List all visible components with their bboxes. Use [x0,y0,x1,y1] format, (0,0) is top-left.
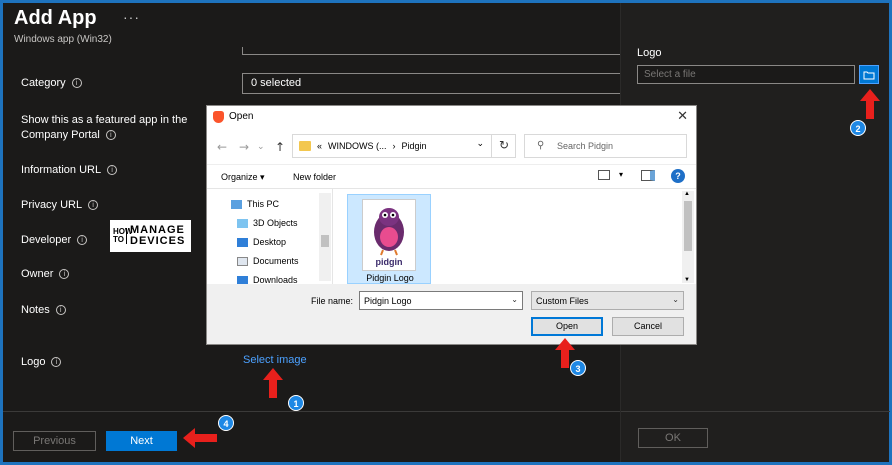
file-list: pidgin Pidgin Logo ▲ ▼ [334,189,696,285]
file-list-scroll-thumb[interactable] [684,201,692,251]
breadcrumb-pidgin[interactable]: Pidgin [402,141,427,157]
info-icon[interactable]: i [51,357,62,368]
recent-chevron-icon[interactable]: ⌄ [257,142,265,152]
file-type-select[interactable]: Custom Files ⌄ [531,291,684,310]
new-folder-button[interactable]: New folder [293,172,336,182]
organize-menu[interactable]: Organize ▾ [221,172,265,183]
help-icon[interactable]: ? [671,169,685,183]
page-title: Add App [14,7,97,29]
cancel-button[interactable]: Cancel [612,317,684,336]
tree-scrollbar[interactable] [319,193,331,281]
notes-label: Notes i [21,304,66,316]
preview-pane-icon[interactable] [641,170,655,181]
info-icon[interactable]: i [77,235,88,246]
tree-item-documents[interactable]: Documents [237,256,299,266]
ok-button[interactable]: OK [638,428,708,448]
folder-icon [299,141,311,151]
info-icon[interactable]: i [107,165,118,176]
dialog-toolbar: Organize ▾ New folder ▾ ? [207,164,696,188]
address-dropdown-icon[interactable]: ⌄ [477,138,485,157]
developer-label: Developer i [21,234,88,246]
desktop-icon [237,237,248,247]
info-icon[interactable]: i [88,200,99,211]
wizard-footer: Previous Next [3,411,620,462]
cube-icon [237,218,248,228]
breadcrumb-windows[interactable]: WINDOWS (... [328,141,387,157]
back-arrow-icon[interactable]: ← [217,140,227,154]
category-label: Category i [21,77,82,89]
navigation-pane: This PC 3D Objects Desktop Documents Dow… [207,189,333,285]
tree-scroll-thumb[interactable] [321,235,329,247]
document-icon [237,256,248,266]
pidgin-thumbnail: pidgin [362,199,416,271]
dialog-titlebar: Open ✕ [207,106,696,128]
open-button[interactable]: Open [531,317,603,336]
featured-app-label: Show this as a featured app in the Compa… [21,114,188,141]
annotation-arrow-up-icon [860,89,880,119]
close-icon[interactable]: ✕ [677,109,688,124]
brave-browser-icon [213,111,224,123]
info-icon[interactable]: i [55,305,66,316]
file-list-scrollbar[interactable]: ▲ ▼ [682,191,694,283]
computer-icon [231,199,242,209]
select-file-input[interactable]: Select a file [637,65,855,84]
chevron-down-icon[interactable]: ⌄ [511,295,518,304]
howtomanagedevices-logo: HOW TO MANAGE DEVICES [110,220,191,252]
annotation-arrow-up-icon [263,368,283,398]
more-options-icon[interactable]: ··· [123,9,140,25]
logo-label: Logo i [21,356,62,368]
file-name-field-label: File name: [311,296,354,306]
next-button[interactable]: Next [106,431,177,451]
step-badge-1: 1 [288,395,304,411]
view-dropdown-icon[interactable]: ▾ [619,170,623,179]
step-badge-3: 3 [570,360,586,376]
logo-panel-footer: OK [621,411,890,462]
tree-item-3d-objects[interactable]: 3D Objects [237,218,298,228]
step-badge-4: 4 [218,415,234,431]
info-icon[interactable]: i [71,78,82,89]
dialog-title: Open [229,111,254,122]
tree-item-desktop[interactable]: Desktop [237,237,286,247]
owner-label: Owner i [21,268,70,280]
info-icon[interactable]: i [59,269,70,280]
search-input[interactable]: ⚲ Search Pidgin [524,134,687,158]
browse-folder-button[interactable] [859,65,879,84]
address-bar[interactable]: « WINDOWS (... › Pidgin ⌄ [292,134,516,158]
partial-input-field[interactable] [242,47,622,55]
search-icon: ⚲ [537,140,545,151]
up-arrow-icon[interactable]: ↑ [275,140,285,154]
open-file-dialog: Open ✕ ← → ⌄ ↑ « WINDOWS (... › Pidgin ⌄… [206,105,697,345]
dialog-bottom-bar: File name: Pidgin Logo ⌄ Custom Files ⌄ … [207,284,696,344]
logo-panel-label: Logo [637,47,662,59]
step-badge-2: 2 [850,120,866,136]
annotation-arrow-left-icon [183,428,217,448]
dialog-content: This PC 3D Objects Desktop Documents Dow… [207,188,696,285]
page-subtitle: Windows app (Win32) [14,34,112,45]
file-name-input[interactable]: Pidgin Logo ⌄ [359,291,523,310]
privacy-url-label: Privacy URL i [21,199,99,211]
file-name-label: Pidgin Logo [366,273,414,283]
information-url-label: Information URL i [21,164,118,176]
category-select[interactable]: 0 selected [242,73,622,94]
dialog-navbar: ← → ⌄ ↑ « WINDOWS (... › Pidgin ⌄ ↻ ⚲ Se… [207,128,696,164]
view-options-icon[interactable] [598,170,610,180]
forward-arrow-icon[interactable]: → [239,140,249,154]
folder-icon [863,71,875,79]
file-item-pidgin-logo[interactable]: pidgin Pidgin Logo [347,194,431,284]
previous-button[interactable]: Previous [13,431,96,451]
refresh-icon[interactable]: ↻ [491,134,516,158]
tree-item-this-pc[interactable]: This PC [231,199,279,209]
select-image-link[interactable]: Select image [243,354,307,366]
info-icon[interactable]: i [105,130,116,141]
chevron-down-icon[interactable]: ⌄ [672,295,679,304]
